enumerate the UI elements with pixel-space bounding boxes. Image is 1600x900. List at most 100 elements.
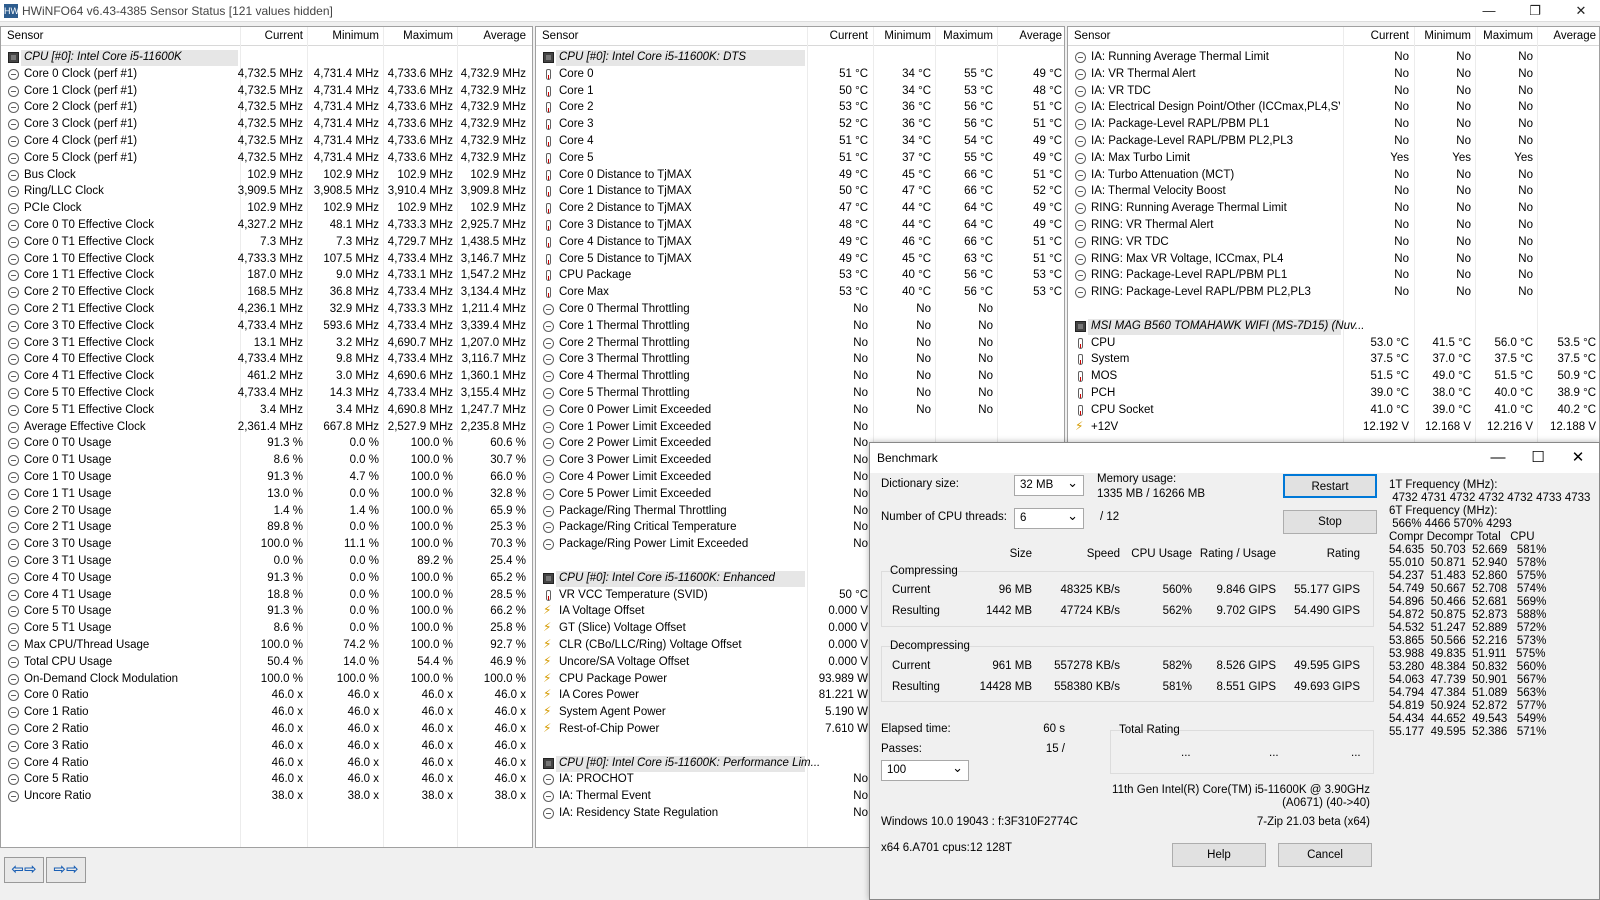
header-maximum[interactable]: Maximum bbox=[1463, 30, 1533, 42]
sensor-row[interactable]: Core 2 Thermal Throttling No No No bbox=[536, 335, 1064, 352]
sensor-row[interactable]: Core 1 Ratio 46.0 x 46.0 x 46.0 x 46.0 x bbox=[1, 704, 532, 721]
column-header[interactable]: Sensor Current Minimum Maximum Average bbox=[1068, 27, 1599, 46]
header-maximum[interactable]: Maximum bbox=[383, 30, 453, 42]
sensor-row[interactable]: IA: Turbo Attenuation (MCT) No No No bbox=[1068, 167, 1599, 184]
sensor-row[interactable]: IA: Running Average Thermal Limit No No No bbox=[1068, 49, 1599, 66]
sensor-row[interactable]: Total CPU Usage 50.4 % 14.0 % 54.4 % 46.9 % bbox=[1, 654, 532, 671]
header-minimum[interactable]: Minimum bbox=[309, 30, 379, 42]
header-maximum[interactable]: Maximum bbox=[923, 30, 993, 42]
sensor-row[interactable]: Core 3 T1 Effective Clock 13.1 MHz 3.2 MHz… bbox=[1, 335, 532, 352]
sensor-row[interactable]: IA: Package-Level RAPL/PBM PL2,PL3 No No No bbox=[1068, 133, 1599, 150]
sensor-row[interactable]: Bus Clock 102.9 MHz 102.9 MHz 102.9 MHz 102.… bbox=[1, 167, 532, 184]
sensor-row[interactable]: Core 5 T0 Usage 91.3 % 0.0 % 100.0 % 66.2 % bbox=[1, 603, 532, 620]
sensor-row[interactable]: +12V12.192 V12.168 V12.216 V12.188 V bbox=[1068, 419, 1599, 436]
sensor-row[interactable]: Average Effective Clock 2,361.4 MHz 667.8 … bbox=[1, 419, 532, 436]
sensor-row[interactable]: Core 2 T1 Usage 89.8 % 0.0 % 100.0 % 25.3 % bbox=[1, 519, 532, 536]
sensor-row[interactable]: RING: Running Average Thermal Limit No No N… bbox=[1068, 200, 1599, 217]
navigate-forward-button[interactable]: ⇨⇨ bbox=[46, 857, 86, 883]
sensor-row[interactable]: Core 2 T0 Effective Clock 168.5 MHz 36.8 M… bbox=[1, 284, 532, 301]
sensor-row[interactable]: Core 1 Thermal Throttling No No No bbox=[536, 318, 1064, 335]
sensor-row[interactable]: Core 2 T0 Usage 1.4 % 1.4 % 100.0 % 65.9 % bbox=[1, 503, 532, 520]
header-average[interactable]: Average bbox=[992, 30, 1062, 42]
sensor-row[interactable]: Core 1 T0 Effective Clock 4,733.3 MHz 107.… bbox=[1, 251, 532, 268]
sensor-row[interactable]: IA: VR Thermal Alert No No No bbox=[1068, 66, 1599, 83]
sensor-row[interactable]: CPU Package 53 °C 40 °C 56 °C 53 °C bbox=[536, 267, 1064, 284]
sensor-row[interactable]: Core 0 Power Limit Exceeded No No No bbox=[536, 402, 1064, 419]
sensor-row[interactable]: Core 2 Ratio 46.0 x 46.0 x 46.0 x 46.0 x bbox=[1, 721, 532, 738]
restart-button[interactable]: Restart bbox=[1283, 474, 1377, 498]
sensor-row[interactable]: Core 0 T1 Effective Clock 7.3 MHz 7.3 MHz 4… bbox=[1, 234, 532, 251]
sensor-row[interactable]: Core 1 50 °C 34 °C 53 °C 48 °C bbox=[536, 83, 1064, 100]
sensor-row[interactable]: Core 3 Thermal Throttling No No No bbox=[536, 351, 1064, 368]
sensor-row[interactable]: Uncore Ratio 38.0 x 38.0 x 38.0 x 38.0 x bbox=[1, 788, 532, 805]
sensor-row[interactable]: CPU 53.0 °C 41.5 °C 56.0 °C 53.5 °C bbox=[1068, 335, 1599, 352]
sensor-row[interactable]: Core 3 Ratio 46.0 x 46.0 x 46.0 x 46.0 x bbox=[1, 738, 532, 755]
help-button[interactable]: Help bbox=[1172, 843, 1266, 867]
sensor-row[interactable]: Core 2 Distance to TjMAX 47 °C 44 °C 64 °C 4… bbox=[536, 200, 1064, 217]
sensor-row[interactable]: Max CPU/Thread Usage 100.0 % 74.2 % 100.0 %… bbox=[1, 637, 532, 654]
sensor-row[interactable]: Core 4 Ratio 46.0 x 46.0 x 46.0 x 46.0 x bbox=[1, 755, 532, 772]
sensor-row[interactable]: Core 4 T0 Effective Clock 4,733.4 MHz 9.8 … bbox=[1, 351, 532, 368]
sensor-row[interactable]: On-Demand Clock Modulation 100.0 % 100.0 %… bbox=[1, 671, 532, 688]
sensor-row[interactable]: Core 5 T0 Effective Clock 4,733.4 MHz 14.3… bbox=[1, 385, 532, 402]
sensor-row[interactable]: Core 0 T1 Usage 8.6 % 0.0 % 100.0 % 30.7 % bbox=[1, 452, 532, 469]
close-icon[interactable]: ✕ bbox=[1558, 447, 1598, 469]
sensor-row[interactable]: RING: VR Thermal Alert No No No bbox=[1068, 217, 1599, 234]
sensor-row[interactable]: Core 3 T0 Effective Clock 4,733.4 MHz 593.… bbox=[1, 318, 532, 335]
sensor-row[interactable]: CPU Socket 41.0 °C 39.0 °C 41.0 °C 40.2 °C bbox=[1068, 402, 1599, 419]
header-minimum[interactable]: Minimum bbox=[861, 30, 931, 42]
cpu-threads-select[interactable]: 6 bbox=[1014, 508, 1084, 529]
sensor-row[interactable]: Core 1 T0 Usage 91.3 % 4.7 % 100.0 % 66.0 % bbox=[1, 469, 532, 486]
sensor-group-header[interactable]: MSI MAG B560 TOMAHAWK WIFI (MS-7D15) (Nu… bbox=[1068, 318, 1599, 335]
sensor-row[interactable]: Core 1 Power Limit Exceeded No bbox=[536, 419, 1064, 436]
restore-icon[interactable]: ❐ bbox=[1518, 2, 1552, 20]
sensor-row[interactable]: Core 0 Clock (perf #1) 4,732.5 MHz 4,731.4… bbox=[1, 66, 532, 83]
sensor-row[interactable]: Core 4 T1 Effective Clock 461.2 MHz 3.0 MH… bbox=[1, 368, 532, 385]
sensor-row[interactable]: Core 5 Clock (perf #1) 4,732.5 MHz 4,731.4… bbox=[1, 150, 532, 167]
sensor-row[interactable]: Core 2 53 °C 36 °C 56 °C 51 °C bbox=[536, 99, 1064, 116]
sensor-row[interactable]: IA: Package-Level RAPL/PBM PL1 No No No bbox=[1068, 116, 1599, 133]
close-icon[interactable]: ✕ bbox=[1564, 2, 1598, 20]
sensor-row[interactable]: Core 4 Distance to TjMAX 49 °C 46 °C 66 °C 5… bbox=[536, 234, 1064, 251]
sensor-row[interactable]: Core 4 Clock (perf #1) 4,732.5 MHz 4,731.4… bbox=[1, 133, 532, 150]
sensor-row[interactable]: Core 3 Clock (perf #1) 4,732.5 MHz 4,731.4… bbox=[1, 116, 532, 133]
column-header[interactable]: Sensor Current Minimum Maximum Average bbox=[536, 27, 1064, 46]
sensor-row[interactable]: IA: Max Turbo Limit Yes Yes Yes bbox=[1068, 150, 1599, 167]
sensor-row[interactable]: System 37.5 °C 37.0 °C 37.5 °C 37.5 °C bbox=[1068, 351, 1599, 368]
header-sensor[interactable]: Sensor bbox=[542, 30, 578, 42]
sensor-row[interactable]: PCH 39.0 °C 38.0 °C 40.0 °C 38.9 °C bbox=[1068, 385, 1599, 402]
sensor-row[interactable]: Core 0 T0 Usage 91.3 % 0.0 % 100.0 % 60.6 % bbox=[1, 435, 532, 452]
header-minimum[interactable]: Minimum bbox=[1401, 30, 1471, 42]
sensor-row[interactable]: Core 0 Distance to TjMAX 49 °C 45 °C 66 °C 5… bbox=[536, 167, 1064, 184]
header-current[interactable]: Current bbox=[233, 30, 303, 42]
header-current[interactable]: Current bbox=[1339, 30, 1409, 42]
sensor-row[interactable]: Core Max 53 °C 40 °C 56 °C 53 °C bbox=[536, 284, 1064, 301]
sensor-row[interactable]: Core 4 51 °C 34 °C 54 °C 49 °C bbox=[536, 133, 1064, 150]
sensor-row[interactable]: MOS 51.5 °C 49.0 °C 51.5 °C 50.9 °C bbox=[1068, 368, 1599, 385]
sensor-row[interactable]: Core 1 Clock (perf #1) 4,732.5 MHz 4,731.4… bbox=[1, 83, 532, 100]
sensor-row[interactable]: Core 5 51 °C 37 °C 55 °C 49 °C bbox=[536, 150, 1064, 167]
sensor-row[interactable]: IA: Thermal Velocity Boost No No No bbox=[1068, 183, 1599, 200]
sensor-row[interactable]: Core 3 T0 Usage 100.0 % 11.1 % 100.0 % 70.3 … bbox=[1, 536, 532, 553]
minimize-icon[interactable]: — bbox=[1472, 2, 1506, 20]
sensor-row[interactable]: IA: Electrical Design Point/Other (ICCma… bbox=[1068, 99, 1599, 116]
sensor-group-header[interactable]: CPU [#0]: Intel Core i5-11600K bbox=[1, 49, 532, 66]
sensor-row[interactable]: Core 1 T1 Usage 13.0 % 0.0 % 100.0 % 32.8 % bbox=[1, 486, 532, 503]
sensor-row[interactable]: Core 2 Clock (perf #1) 4,732.5 MHz 4,731.4… bbox=[1, 99, 532, 116]
sensor-row[interactable]: Core 3 T1 Usage 0.0 % 0.0 % 89.2 % 25.4 % bbox=[1, 553, 532, 570]
sensor-row[interactable]: Core 3 Distance to TjMAX 48 °C 44 °C 64 °C 4… bbox=[536, 217, 1064, 234]
sensor-row[interactable]: Core 3 52 °C 36 °C 56 °C 51 °C bbox=[536, 116, 1064, 133]
sensor-row[interactable]: Core 0 Thermal Throttling No No No bbox=[536, 301, 1064, 318]
minimize-icon[interactable]: — bbox=[1478, 447, 1518, 469]
sensor-row[interactable]: Core 4 Thermal Throttling No No No bbox=[536, 368, 1064, 385]
sensor-row[interactable]: Core 4 T0 Usage 91.3 % 0.0 % 100.0 % 65.2 % bbox=[1, 570, 532, 587]
sensor-group-header[interactable]: CPU [#0]: Intel Core i5-11600K: DTS bbox=[536, 49, 1064, 66]
sensor-row[interactable]: RING: Package-Level RAPL/PBM PL1 No No No bbox=[1068, 267, 1599, 284]
sensor-row[interactable]: RING: Package-Level RAPL/PBM PL2,PL3 No No… bbox=[1068, 284, 1599, 301]
sensor-row[interactable]: IA: VR TDC No No No bbox=[1068, 83, 1599, 100]
sensor-row[interactable]: Core 5 Distance to TjMAX 49 °C 45 °C 63 °C 5… bbox=[536, 251, 1064, 268]
header-sensor[interactable]: Sensor bbox=[7, 30, 43, 42]
header-average[interactable]: Average bbox=[456, 30, 526, 42]
header-sensor[interactable]: Sensor bbox=[1074, 30, 1110, 42]
column-header[interactable]: Sensor Current Minimum Maximum Average bbox=[1, 27, 532, 46]
